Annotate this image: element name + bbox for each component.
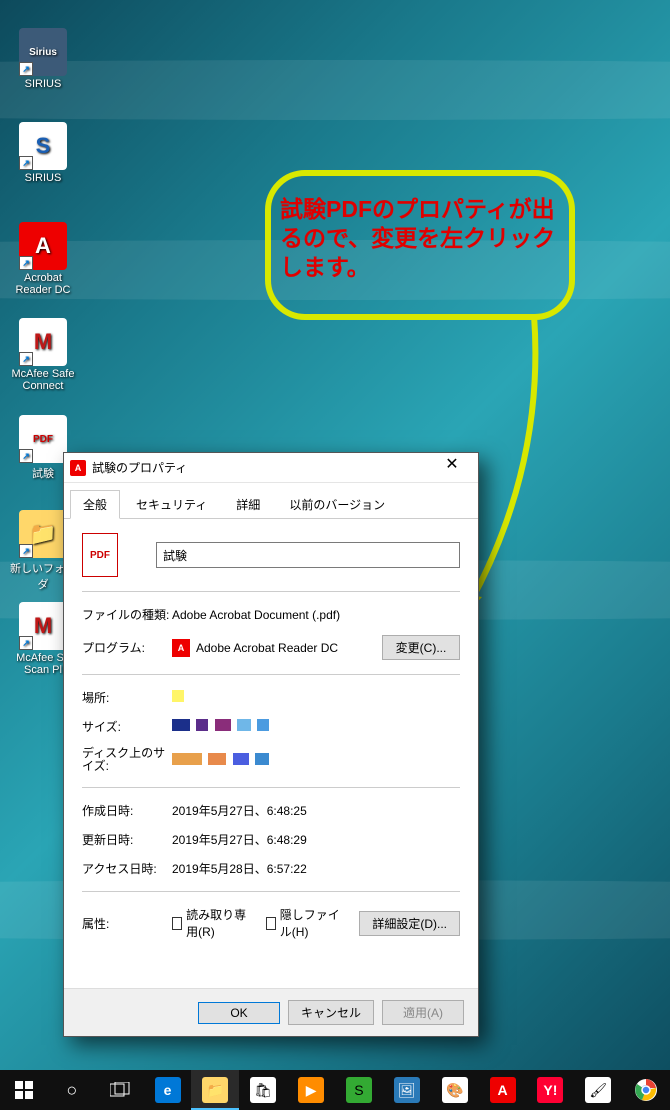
disk-size-value: [172, 753, 460, 768]
start-button[interactable]: [0, 1070, 48, 1110]
adobe-button[interactable]: A: [479, 1070, 527, 1110]
type-label: ファイルの種類:: [82, 606, 172, 623]
disk-size-label: ディスク上のサイズ:: [82, 747, 172, 773]
desktop-icon-label: SIRIUS: [6, 78, 80, 90]
app-button[interactable]: S: [335, 1070, 383, 1110]
hidden-checkbox[interactable]: 隠しファイル(H): [266, 906, 346, 940]
desktop-icon-label: McAfee Safe Connect: [6, 368, 80, 392]
program-value: Adobe Acrobat Reader DC: [196, 641, 338, 655]
location-value: [172, 690, 460, 705]
apply-button[interactable]: 適用(A): [382, 1000, 464, 1025]
paint-button[interactable]: 🖌: [574, 1070, 622, 1110]
taskview-button[interactable]: [96, 1070, 144, 1110]
size-label: サイズ:: [82, 718, 172, 735]
annotation-text: 試験PDFのプロパティが出るので、変更を左クリックします。: [280, 195, 560, 281]
tab-versions[interactable]: 以前のバージョン: [276, 490, 398, 519]
type-value: Adobe Acrobat Document (.pdf): [172, 608, 460, 622]
created-value: 2019年5月27日、6:48:25: [172, 802, 460, 819]
chrome-button[interactable]: [622, 1070, 670, 1110]
explorer-button[interactable]: 📁: [191, 1070, 239, 1110]
size-value: [172, 719, 460, 734]
dialog-title: 試験のプロパティ: [92, 459, 432, 476]
desktop-icon[interactable]: Sirius↗SIRIUS: [6, 28, 80, 90]
location-label: 場所:: [82, 689, 172, 706]
desktop-icon[interactable]: S↗SIRIUS: [6, 122, 80, 184]
store-button[interactable]: 🛍: [239, 1070, 287, 1110]
readonly-label: 読み取り専用(R): [186, 906, 252, 940]
app-button[interactable]: 🎨: [431, 1070, 479, 1110]
hidden-label: 隠しファイル(H): [280, 906, 346, 940]
modified-value: 2019年5月27日、6:48:29: [172, 831, 460, 848]
accessed-value: 2019年5月28日、6:57:22: [172, 860, 460, 877]
pdf-icon: A: [172, 639, 190, 657]
taskbar: ○ e 📁 🛍 ▶ S 🖼 🎨 A Y! 🖌: [0, 1070, 670, 1110]
tab-bar: 全般 セキュリティ 詳細 以前のバージョン: [64, 489, 478, 519]
filetype-icon: PDF: [82, 533, 118, 577]
advanced-button[interactable]: 詳細設定(D)...: [359, 911, 460, 936]
attr-label: 属性:: [82, 915, 172, 932]
program-label: プログラム:: [82, 639, 172, 656]
desktop-icon-label: Acrobat Reader DC: [6, 272, 80, 296]
tab-general[interactable]: 全般: [70, 490, 120, 519]
edge-button[interactable]: e: [144, 1070, 192, 1110]
accessed-label: アクセス日時:: [82, 860, 172, 877]
tab-detail[interactable]: 詳細: [223, 490, 273, 519]
dialog-button-bar: OK キャンセル 適用(A): [64, 988, 478, 1036]
desktop-icon[interactable]: M↗McAfee Safe Connect: [6, 318, 80, 392]
desktop-icon[interactable]: A↗Acrobat Reader DC: [6, 222, 80, 296]
ok-button[interactable]: OK: [198, 1002, 280, 1024]
cancel-button[interactable]: キャンセル: [288, 1000, 374, 1025]
readonly-checkbox[interactable]: 読み取り専用(R): [172, 906, 252, 940]
close-icon[interactable]: ✕: [432, 454, 472, 482]
photos-button[interactable]: 🖼: [383, 1070, 431, 1110]
created-label: 作成日時:: [82, 802, 172, 819]
titlebar[interactable]: A 試験のプロパティ ✕: [64, 453, 478, 483]
wmp-button[interactable]: ▶: [287, 1070, 335, 1110]
pdf-icon: A: [70, 460, 86, 476]
cortana-button[interactable]: ○: [48, 1070, 96, 1110]
change-button[interactable]: 変更(C)...: [382, 635, 460, 660]
desktop-icon-label: SIRIUS: [6, 172, 80, 184]
modified-label: 更新日時:: [82, 831, 172, 848]
tab-security[interactable]: セキュリティ: [123, 490, 220, 519]
wallpaper-wave: [0, 60, 670, 120]
yahoo-button[interactable]: Y!: [526, 1070, 574, 1110]
properties-dialog: A 試験のプロパティ ✕ 全般 セキュリティ 詳細 以前のバージョン PDF フ…: [63, 452, 479, 1037]
dialog-content: PDF ファイルの種類: Adobe Acrobat Document (.pd…: [64, 519, 478, 954]
filename-input[interactable]: [156, 542, 460, 568]
